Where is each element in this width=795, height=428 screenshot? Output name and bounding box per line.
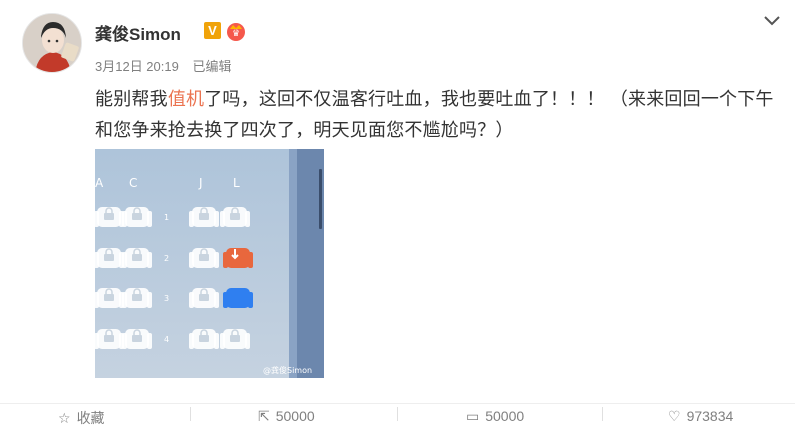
- share-count: 50000: [275, 408, 315, 424]
- seat-icon: [121, 206, 153, 228]
- comment-icon: ▭: [466, 408, 480, 424]
- row-number-3: 3: [164, 294, 169, 303]
- seat-icon: [121, 247, 153, 269]
- chevron-down-icon[interactable]: [762, 14, 782, 28]
- verified-badge-icon: V: [204, 22, 221, 39]
- seat-icon: [188, 247, 220, 269]
- svg-text:♛: ♛: [232, 29, 240, 39]
- divider: [602, 407, 603, 421]
- username[interactable]: 龚俊Simon: [95, 20, 181, 45]
- post-time[interactable]: 3月12日 20:19: [95, 59, 179, 74]
- seat-selected-icon: [223, 288, 253, 308]
- row-number-4: 4: [164, 335, 169, 344]
- action-bar: ☆ 收藏 ⇱ 50000 ▭ 50000 ♡ 973834: [0, 403, 795, 426]
- seat-taken-icon: [223, 248, 253, 268]
- member-badge-icon: ♛: [227, 23, 245, 41]
- column-label-l: L: [233, 176, 240, 190]
- avatar[interactable]: [22, 13, 82, 73]
- row-number-1: 1: [164, 213, 169, 222]
- thumbs-up-icon: ♡: [668, 408, 681, 424]
- watermark: @龚俊Simon: [263, 365, 312, 375]
- seat-icon: [121, 287, 153, 309]
- divider: [190, 407, 191, 421]
- comment-count: 50000: [485, 408, 525, 424]
- star-icon: ☆: [58, 410, 71, 426]
- favorite-label: 收藏: [76, 410, 105, 426]
- seat-icon: [219, 206, 251, 228]
- share-icon: ⇱: [258, 408, 270, 424]
- post-text: 能别帮我值机了吗，这回不仅温客行吐血，我也要吐血了！！！ （来来回回一个下午和您…: [95, 84, 785, 146]
- weibo-post: 龚俊Simon V ♛ 3月12日 20:19 已编辑 能别帮我值机了吗，这回不…: [0, 0, 795, 426]
- column-label-c: C: [129, 176, 137, 190]
- post-text-before: 能别帮我: [95, 89, 168, 109]
- seat-icon: [121, 328, 153, 350]
- seat-icon: [219, 328, 251, 350]
- edited-label[interactable]: 已编辑: [192, 59, 231, 74]
- seat-icon: [188, 287, 220, 309]
- post-meta: 3月12日 20:19 已编辑: [95, 56, 241, 75]
- like-button[interactable]: ♡ 973834: [668, 408, 733, 425]
- seat-map-image: A C J L 1 2 3 4 @龚俊Simon: [95, 149, 324, 378]
- like-count: 973834: [686, 408, 734, 424]
- seat-icon: [95, 206, 125, 228]
- topic-link[interactable]: 值机: [168, 89, 204, 109]
- share-button[interactable]: ⇱ 50000: [258, 408, 315, 425]
- seat-icon: [95, 247, 125, 269]
- column-label-a: A: [95, 176, 104, 190]
- column-label-j: J: [198, 176, 203, 190]
- favorite-button[interactable]: ☆ 收藏: [58, 408, 105, 428]
- seat-icon: [188, 328, 220, 350]
- seat-icon: [95, 328, 125, 350]
- avatar-image: [23, 14, 81, 72]
- row-number-2: 2: [164, 254, 169, 263]
- comment-button[interactable]: ▭ 50000: [466, 408, 524, 425]
- divider: [397, 407, 398, 421]
- post-photo[interactable]: A C J L 1 2 3 4 @龚俊Simon: [95, 149, 324, 378]
- seat-icon: [188, 206, 220, 228]
- seat-icon: [95, 287, 125, 309]
